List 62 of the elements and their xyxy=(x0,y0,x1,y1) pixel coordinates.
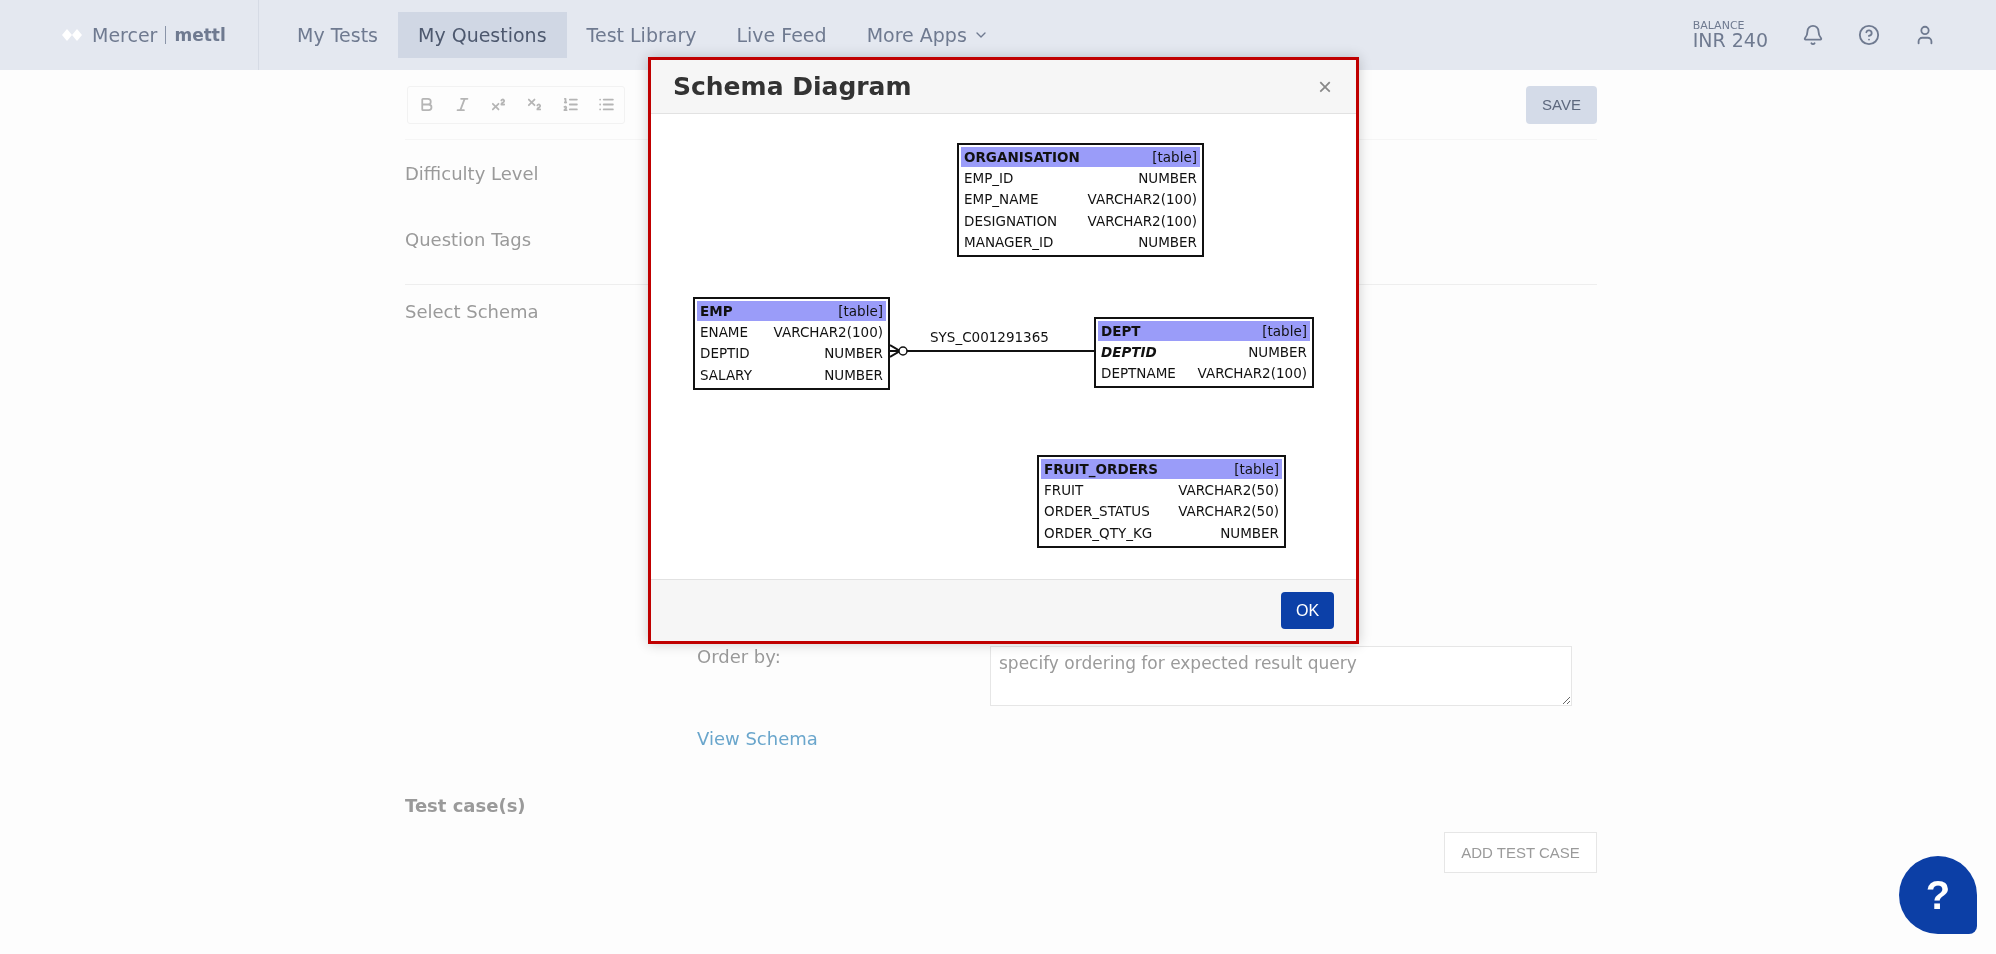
column-type: VARCHAR2(100) xyxy=(1197,365,1307,382)
subscript-icon xyxy=(525,96,543,113)
column-name: MANAGER_ID xyxy=(964,234,1054,251)
column-name: SALARY xyxy=(700,366,752,383)
superscript-icon xyxy=(489,96,507,113)
bullet-list-icon xyxy=(597,96,615,113)
column-type: NUMBER xyxy=(1220,524,1279,541)
nav-item[interactable]: Live Feed xyxy=(716,12,847,58)
help-icon[interactable] xyxy=(1858,24,1880,46)
column-name: EMP_ID xyxy=(964,169,1014,186)
column-name: DEPTNAME xyxy=(1101,365,1176,382)
column-type: VARCHAR2(100) xyxy=(773,323,883,340)
table-tag: [table] xyxy=(838,303,883,319)
column-type: VARCHAR2(50) xyxy=(1178,481,1279,498)
column-type: VARCHAR2(50) xyxy=(1178,503,1279,520)
column-type: NUMBER xyxy=(824,345,883,362)
table-tag: [table] xyxy=(1262,323,1307,339)
column-type: NUMBER xyxy=(1248,343,1307,360)
column-type: NUMBER xyxy=(1138,169,1197,186)
field-label: Difficulty Level xyxy=(405,162,539,184)
help-chat-button[interactable]: ? xyxy=(1899,856,1977,934)
numbered-list-icon xyxy=(561,96,579,113)
column-name: DESIGNATION xyxy=(964,212,1058,229)
column-name: FRUIT xyxy=(1044,481,1084,498)
field-label: Order by: xyxy=(697,646,782,669)
brand-name: Mercer xyxy=(92,24,158,46)
relationship-label: SYS_C001291365 xyxy=(930,329,1049,345)
add-test-case-button[interactable]: ADD TEST CASE xyxy=(1444,832,1597,873)
balance-value: INR 240 xyxy=(1692,31,1768,50)
table-tag: [table] xyxy=(1234,461,1279,477)
field-label: Question Tags xyxy=(405,228,532,250)
table-name: FRUIT_ORDERS xyxy=(1044,461,1158,477)
table-tag: [table] xyxy=(1152,149,1197,165)
dialog-title: Schema Diagram xyxy=(673,72,912,101)
column-type: VARCHAR2(100) xyxy=(1087,212,1197,229)
nav-item[interactable]: My Questions xyxy=(398,12,567,58)
table-name: EMP xyxy=(700,303,733,319)
column-type: NUMBER xyxy=(1138,234,1197,251)
column-name: DEPTID xyxy=(1101,343,1157,360)
save-button[interactable]: SAVE xyxy=(1526,85,1597,124)
notification-bell-icon[interactable] xyxy=(1802,24,1824,46)
column-type: VARCHAR2(100) xyxy=(1087,191,1197,208)
column-name: DEPTID xyxy=(700,345,750,362)
field-label: Select Schema xyxy=(405,301,539,322)
column-name: EMP_NAME xyxy=(964,191,1039,208)
column-name: ORDER_QTY_KG xyxy=(1044,524,1153,541)
balance-label: BALANCE xyxy=(1692,20,1746,31)
table-name: ORGANISATION xyxy=(964,149,1080,165)
product-name: mettl xyxy=(174,25,226,45)
column-type: NUMBER xyxy=(824,366,883,383)
column-name: ENAME xyxy=(700,323,749,340)
view-schema-link[interactable]: View Schema xyxy=(697,728,818,749)
column-name: ORDER_STATUS xyxy=(1044,503,1150,520)
close-button[interactable]: × xyxy=(1314,72,1336,101)
nav-item[interactable]: Test Library xyxy=(566,12,717,58)
section-heading: Test case(s) xyxy=(405,795,526,816)
logo-icon xyxy=(60,28,84,42)
order-by-field[interactable]: specify ordering for expected result query xyxy=(990,646,1572,706)
table-name: DEPT xyxy=(1101,323,1141,339)
nav-item[interactable]: My Tests xyxy=(277,12,398,58)
nav-item[interactable]: More Apps xyxy=(846,12,1009,58)
ok-button[interactable]: OK xyxy=(1281,592,1334,629)
